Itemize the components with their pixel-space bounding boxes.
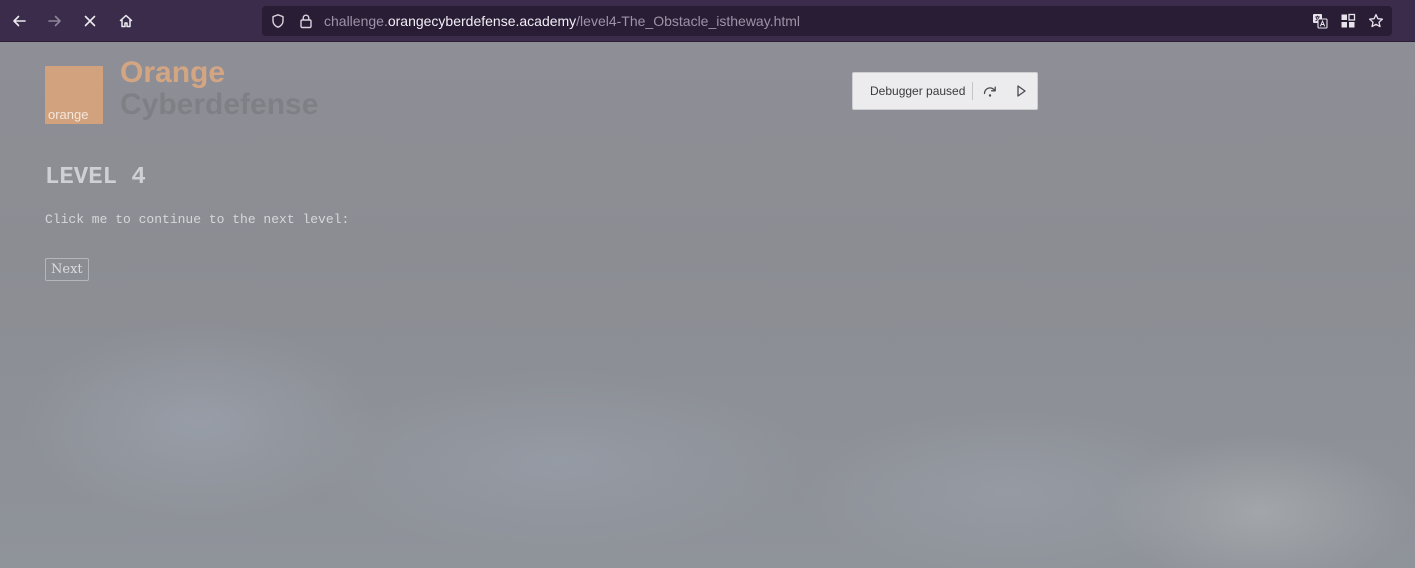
- lock-icon[interactable]: [298, 13, 314, 29]
- url-domain: orangecyberdefense.academy: [387, 13, 577, 29]
- stop-loading-icon: [84, 15, 96, 27]
- brand-name-orange: Orange: [120, 56, 226, 89]
- debugger-paused-overlay: Debugger paused: [852, 72, 1038, 110]
- stop-loading-button[interactable]: [77, 8, 103, 34]
- home-icon: [119, 14, 133, 28]
- translate-icon[interactable]: [1312, 13, 1328, 29]
- forward-arrow-icon: [48, 15, 61, 27]
- tracking-protection-shield-icon[interactable]: [270, 13, 286, 29]
- url-path: /level4-The_Obstacle_istheway.html: [576, 13, 801, 29]
- home-button[interactable]: [113, 8, 139, 34]
- back-button[interactable]: [6, 8, 32, 34]
- debugger-paused-label: Debugger paused: [870, 84, 966, 98]
- next-button[interactable]: Next: [45, 258, 89, 281]
- divider: [972, 82, 973, 100]
- logo-box-text: orange: [48, 107, 89, 122]
- page-title: LEVEL 4: [45, 164, 146, 191]
- resume-button[interactable]: [1011, 81, 1031, 101]
- orange-logo: orange: [45, 66, 103, 124]
- reader-grid-icon[interactable]: [1340, 13, 1356, 29]
- instruction-text: Click me to continue to the next level:: [45, 212, 350, 227]
- url-prefix: challenge.: [324, 13, 388, 29]
- step-over-icon: [983, 86, 996, 97]
- url-text[interactable]: challenge.orangecyberdefense.academy/lev…: [324, 6, 800, 36]
- brand-name-cyberdefense: Cyberdefense: [120, 88, 319, 121]
- bookmark-star-icon[interactable]: [1368, 13, 1384, 29]
- forward-button[interactable]: [42, 8, 68, 34]
- browser-toolbar: challenge.orangecyberdefense.academy/lev…: [0, 0, 1415, 42]
- resume-icon: [1017, 85, 1026, 97]
- step-over-button[interactable]: [980, 81, 1000, 101]
- page-content: orange Orange Cyberdefense LEVEL 4 Click…: [0, 42, 1415, 568]
- url-bar[interactable]: challenge.orangecyberdefense.academy/lev…: [262, 6, 1392, 36]
- back-arrow-icon: [13, 15, 26, 27]
